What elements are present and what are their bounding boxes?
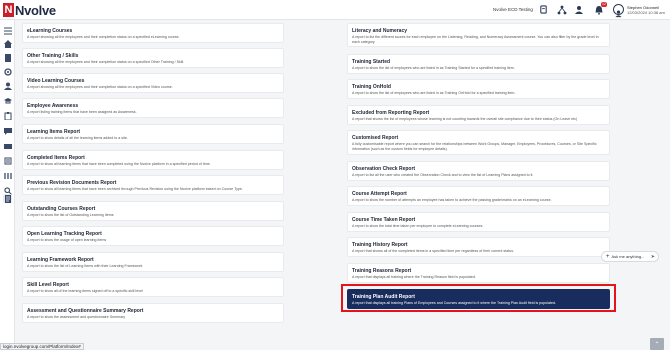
home-icon[interactable] [3, 39, 12, 48]
report-description: A report showing all the employees and t… [27, 60, 185, 64]
report-title: Open Learning Tracking Report [27, 231, 102, 237]
report-description: A report that shows the list of employee… [352, 117, 578, 121]
report-description: A report to list all the user who create… [352, 173, 534, 177]
report-title: Training Started [352, 59, 391, 65]
report-title: eLearning Courses [27, 28, 73, 34]
current-datetime: 12/03/2024 10:38 am [627, 10, 665, 15]
report-title: Previous Revision Documents Report [27, 180, 117, 186]
report-card[interactable]: Customised Report A fully customisable r… [347, 130, 610, 155]
report-description: A report to show all of the learning ite… [27, 289, 143, 293]
environment-name[interactable]: Nvolve ECD Testing [493, 7, 533, 12]
user-icon[interactable] [3, 81, 12, 90]
report-card[interactable]: Course Time Taken Report A report to sho… [347, 212, 610, 232]
report-card[interactable]: eLearning Courses A report showing all t… [22, 23, 284, 43]
menu-icon[interactable] [3, 26, 12, 35]
report-description: A report to show all learning items that… [27, 162, 211, 166]
send-icon: ➤ [650, 254, 655, 260]
report-title: Completed Items Report [27, 155, 85, 161]
report-description: A report listing training items that hav… [27, 110, 137, 114]
report-card[interactable]: Learning Items Report A report to show d… [22, 124, 284, 144]
report-card[interactable]: Assessment and Questionnaire Summary Rep… [22, 303, 284, 323]
notification-badge: 12 [601, 2, 607, 7]
report-card[interactable]: Excluded from Reporting Report A report … [347, 105, 610, 125]
report-title: Customised Report [352, 135, 399, 141]
report-card[interactable]: Skill Level Report A report to show all … [22, 277, 284, 297]
learning-icon[interactable] [3, 156, 12, 165]
top-header: N Nvolve Nvolve ECD Testing 12 Stephen O… [0, 0, 670, 20]
settings-icon[interactable] [3, 67, 12, 76]
clipboard-icon[interactable] [3, 111, 12, 120]
report-description: A report to show the number of attempts … [352, 198, 552, 202]
report-card[interactable]: Other Training / Skills A report showing… [22, 48, 284, 68]
site-switch-icon[interactable] [538, 4, 549, 15]
compliance-icon[interactable] [3, 141, 12, 150]
report-card[interactable]: Previous Revision Documents Report A rep… [22, 175, 284, 195]
report-title: Training OnHold [352, 84, 391, 90]
report-description: A report to show all learning items that… [27, 187, 243, 191]
left-sidebar [0, 20, 15, 350]
report-description: A report showing all the employees and t… [27, 85, 173, 89]
report-card[interactable]: Training OnHold A report to show the lis… [347, 79, 610, 99]
report-card[interactable]: Video Learning Courses A report showing … [22, 73, 284, 93]
report-card[interactable]: Literacy and Numeracy A report to list t… [347, 23, 610, 47]
selection-highlight-box [341, 284, 616, 312]
report-description: A fully customisable report where you ca… [352, 142, 597, 151]
report-title: Learning Framework Report [27, 257, 94, 263]
org-chart-icon[interactable] [556, 4, 567, 15]
report-card[interactable]: Training History Report A report that sh… [347, 237, 610, 257]
report-description: A report to show the total time taken pe… [352, 224, 484, 228]
report-description: A report to show the assessment and ques… [27, 315, 126, 319]
report-description: A report that shows all of the completed… [352, 249, 514, 253]
report-title: Other Training / Skills [27, 53, 79, 59]
user-settings-icon[interactable] [573, 4, 584, 15]
report-description: A report to list the different scores fo… [352, 35, 599, 44]
report-card[interactable]: Open Learning Tracking Report A report t… [22, 226, 284, 246]
logo-mark: N [3, 3, 14, 17]
status-bar-url: login.nvolvegroup.com/Platform/Index# [0, 343, 84, 350]
report-title: Course Attempt Report [352, 191, 407, 197]
scroll-to-top-button[interactable]: ⌃ [650, 338, 664, 350]
nvolve-logo[interactable]: N Nvolve [3, 2, 56, 18]
report-card[interactable]: Learning Framework Report A report to sh… [22, 252, 284, 272]
graduation-cap-icon[interactable] [3, 96, 12, 105]
report-title: Observation Check Report [352, 166, 416, 172]
report-card[interactable]: Observation Check Report A report to lis… [347, 161, 610, 181]
ask-assistant-button[interactable]: + Ask me anything... ➤ [601, 251, 659, 262]
report-title: Literacy and Numeracy [352, 28, 408, 34]
logo-text: Nvolve [15, 2, 56, 18]
report-title: Video Learning Courses [27, 78, 85, 84]
plus-icon: + [606, 253, 610, 260]
library-icon[interactable] [3, 171, 12, 180]
chat-icon[interactable] [3, 126, 12, 135]
report-description: A report to show the usage of open learn… [27, 238, 107, 242]
report-description: A report to show details of all the lear… [27, 136, 128, 140]
report-description: A report to show the list of Learning It… [27, 264, 143, 268]
report-card[interactable]: Employee Awareness A report listing trai… [22, 98, 284, 118]
ask-label: Ask me anything... [611, 254, 645, 259]
chevron-up-icon: ⌃ [654, 341, 660, 348]
report-title: Training Reasons Report [352, 268, 412, 274]
report-card[interactable]: Training Reasons Report A report that di… [347, 263, 610, 283]
report-title: Assessment and Questionnaire Summary Rep… [27, 308, 144, 314]
report-card[interactable]: Completed Items Report A report to show … [22, 150, 284, 170]
report-title: Training History Report [352, 242, 408, 248]
report-description: A report to show the list of employees w… [352, 66, 515, 70]
report-description: A report to show the list of Outstanding… [27, 213, 114, 217]
report-card[interactable]: Course Attempt Report A report to show t… [347, 186, 610, 206]
report-description: A report showing all the employees and t… [27, 35, 180, 39]
report-list-icon[interactable] [3, 194, 12, 203]
report-title: Learning Items Report [27, 129, 81, 135]
reports-icon[interactable] [3, 53, 12, 62]
report-card[interactable]: Training Started A report to show the li… [347, 54, 610, 74]
user-avatar-icon[interactable] [613, 4, 624, 18]
report-card[interactable]: Outstanding Courses Report A report to s… [22, 201, 284, 221]
report-title: Employee Awareness [27, 103, 79, 109]
report-description: A report that displays all training wher… [352, 275, 476, 279]
report-title: Outstanding Courses Report [27, 206, 96, 212]
report-title: Skill Level Report [27, 282, 69, 288]
report-title: Course Time Taken Report [352, 217, 416, 223]
report-description: A report to show the list of employees w… [352, 91, 516, 95]
report-title: Excluded from Reporting Report [352, 110, 430, 116]
